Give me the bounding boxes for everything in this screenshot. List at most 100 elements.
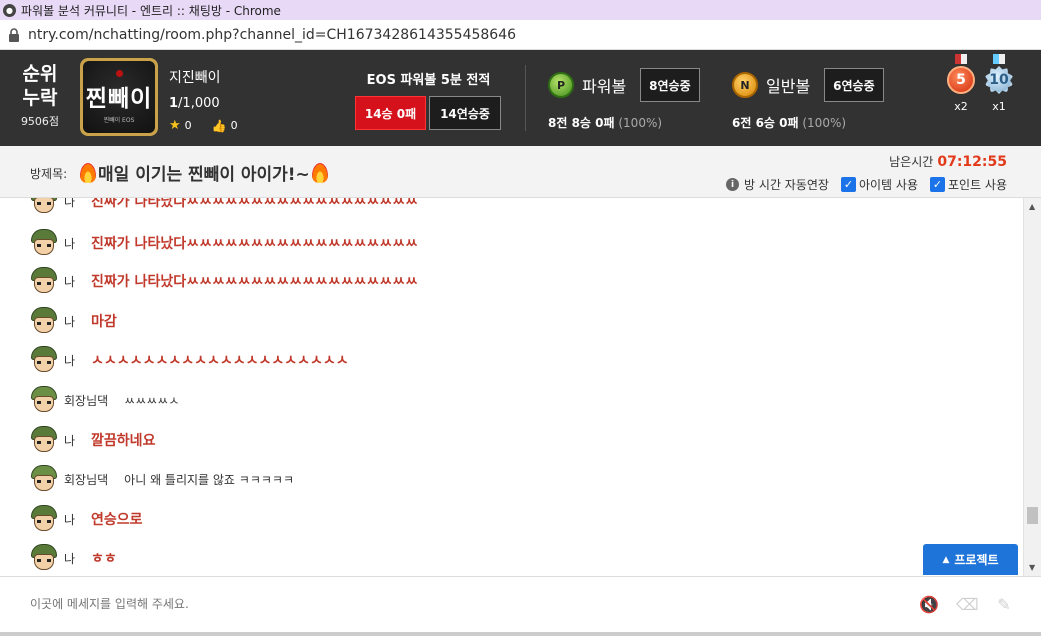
project-button[interactable]: ▲ 프로젝트: [923, 544, 1018, 575]
powerball-streak-badge: 8연승중: [640, 68, 700, 102]
avatar-text: 찐빼이: [85, 85, 153, 112]
remaining-time-label: 남은시간: [889, 155, 934, 169]
message-sender[interactable]: 회장님댁: [64, 471, 108, 488]
remaining-time-value: 07:12:55: [937, 154, 1007, 170]
message-text: 진짜가 나타났다ㅆㅆㅆㅆㅆㅆㅆㅆㅆㅆㅆㅆㅆㅆㅆㅆㅆㅆ: [91, 274, 418, 290]
normalball-n-icon: N: [732, 72, 758, 98]
user-avatar-icon[interactable]: [30, 544, 58, 572]
message-sender[interactable]: 나: [64, 511, 75, 528]
medal-10[interactable]: 10 x1: [982, 54, 1016, 113]
message-text: ㅅㅅㅅㅅㅅㅅㅅㅅㅅㅅㅅㅅㅅㅅㅅㅅㅅㅅㅅㅅ: [91, 353, 349, 369]
remaining-time: 남은시간 07:12:55: [889, 153, 1007, 170]
message-text: 진짜가 나타났다ㅆㅆㅆㅆㅆㅆㅆㅆㅆㅆㅆㅆㅆㅆㅆㅆㅆㅆ: [91, 236, 418, 252]
auto-extend-label[interactable]: 방 시간 자동연장: [744, 176, 829, 193]
info-icon[interactable]: i: [726, 178, 740, 191]
profile-info: 지진빼이 1/1,000 ★ 0 👍 0: [169, 67, 238, 133]
eos-record: EOS 파워볼 5분 전적 14승 0패 14연승중: [355, 69, 502, 130]
avatar[interactable]: 찐빼이 찐빼이 EOS: [80, 58, 158, 136]
message-sender[interactable]: 나: [64, 198, 75, 210]
powerball-percent: (100%): [614, 116, 663, 130]
window-bottom-edge: [0, 632, 1041, 636]
user-avatar-icon[interactable]: [30, 229, 58, 257]
eos-title: EOS 파워볼 5분 전적: [366, 73, 491, 88]
normalball-summary: 6전 6승 0패 (100%): [732, 114, 884, 131]
chrome-app-icon: ●: [3, 3, 16, 17]
user-avatar-icon[interactable]: [30, 198, 58, 215]
level-max: /1,000: [178, 96, 220, 111]
room-title: 매일 이기는 찐빼이 아이가!~: [78, 160, 330, 185]
point-use-checkbox[interactable]: ✓: [929, 177, 945, 192]
powerball-label: 파워볼: [582, 77, 627, 96]
message-text: 아니 왜 틀리지를 않죠 ㅋㅋㅋㅋㅋ: [124, 472, 294, 487]
eraser-icon[interactable]: ⌫: [956, 595, 979, 615]
medal-10-count: x1: [992, 100, 1006, 113]
fire-icon: [80, 162, 96, 183]
chat-message: 나 ㅎㅎ: [30, 543, 117, 573]
message-sender[interactable]: 나: [64, 273, 75, 290]
message-text: 진짜가 나타났다ㅆㅆㅆㅆㅆㅆㅆㅆㅆㅆㅆㅆㅆㅆㅆㅆㅆㅆ: [91, 198, 418, 210]
chat-message-list[interactable]: 나 진짜가 나타났다ㅆㅆㅆㅆㅆㅆㅆㅆㅆㅆㅆㅆㅆㅆㅆㅆㅆㅆ 나 진짜가 나타났다ㅆㅆㅆㅆ…: [0, 198, 1023, 576]
rank-value: 누락: [22, 87, 58, 109]
profile-header: 순위 누락 9506점 찐빼이 찐빼이 EOS 지진빼이 1/1,000 ★ 0…: [0, 50, 1041, 146]
chat-message: 나 깔끔하네요: [30, 425, 155, 455]
room-options: i 방 시간 자동연장 ✓ 아이템 사용 ✓ 포인트 사용: [726, 176, 1007, 193]
chat-scrollbar[interactable]: ▲ ▼: [1023, 198, 1041, 576]
message-sender[interactable]: 나: [64, 352, 75, 369]
normalball-record: N 일반볼 6연승중 6전 6승 0패 (100%): [732, 68, 884, 131]
message-text: 깔끔하네요: [91, 433, 156, 449]
medal-5[interactable]: 5 x2: [944, 54, 978, 113]
profile-stats: ★ 0 👍 0: [169, 118, 238, 133]
magic-wand-icon[interactable]: ✎: [993, 595, 1015, 615]
eos-win-loss-badge: 14승 0패: [355, 96, 426, 130]
user-avatar-icon[interactable]: [30, 505, 58, 533]
caret-up-icon: ▲: [942, 554, 950, 565]
message-sender[interactable]: 나: [64, 550, 75, 567]
room-title-label: 방제목:: [30, 167, 68, 181]
star-icon: ★: [169, 118, 181, 133]
message-text: ㅎㅎ: [91, 551, 117, 567]
user-avatar-icon[interactable]: [30, 386, 58, 414]
message-text: 연승으로: [91, 512, 143, 528]
point-use-label[interactable]: 포인트 사용: [948, 176, 1007, 193]
level-current: 1: [169, 96, 179, 111]
user-avatar-icon[interactable]: [30, 346, 58, 374]
nickname[interactable]: 지진빼이: [169, 67, 238, 87]
medal-5-count: x2: [954, 100, 968, 113]
message-sender[interactable]: 나: [64, 432, 75, 449]
scrollbar-thumb[interactable]: [1027, 507, 1038, 524]
chat-message: 나 ㅅㅅㅅㅅㅅㅅㅅㅅㅅㅅㅅㅅㅅㅅㅅㅅㅅㅅㅅㅅ: [30, 345, 349, 375]
user-avatar-icon[interactable]: [30, 267, 58, 295]
user-avatar-icon[interactable]: [30, 465, 58, 493]
powerball-wins-losses: 8승 0패: [571, 116, 615, 130]
medal-ribbon-icon: [993, 54, 1005, 64]
normalball-percent: (100%): [798, 116, 847, 130]
powerball-summary: 8전 8승 0패 (100%): [548, 114, 700, 131]
mute-icon[interactable]: 🔇: [918, 595, 940, 615]
powerball-record: P 파워볼 8연승중 8전 8승 0패 (100%): [548, 68, 700, 131]
medal-ribbon-icon: [955, 54, 967, 64]
message-input-bar: 🔇 ⌫ ✎: [0, 576, 1041, 636]
address-bar[interactable]: ntry.com/nchatting/room.php?channel_id=C…: [0, 20, 1041, 50]
address-url[interactable]: ntry.com/nchatting/room.php?channel_id=C…: [28, 27, 516, 43]
message-sender[interactable]: 나: [64, 313, 75, 330]
star-count: 0: [184, 119, 192, 132]
user-avatar-icon[interactable]: [30, 307, 58, 335]
medal-5-icon: 5: [947, 66, 975, 94]
avatar-subtext: 찐빼이 EOS: [103, 117, 135, 124]
rank-label: 순위: [22, 63, 58, 85]
normalball-streak-badge: 6연승중: [824, 68, 884, 102]
message-input[interactable]: [30, 597, 730, 611]
window-titlebar: ● 파워볼 분석 커뮤니티 - 엔트리 :: 채팅방 - Chrome: [0, 0, 1041, 20]
scroll-up-arrow-icon[interactable]: ▲: [1029, 202, 1035, 211]
eos-streak-badge: 14연승중: [429, 96, 501, 130]
message-sender[interactable]: 회장님댁: [64, 392, 108, 409]
message-sender[interactable]: 나: [64, 235, 75, 252]
header-divider: [525, 65, 526, 131]
item-use-label[interactable]: 아이템 사용: [859, 176, 918, 193]
item-use-checkbox[interactable]: ✓: [840, 177, 856, 192]
medals: 5 x2 10 x1: [944, 54, 1016, 113]
message-text: 마감: [91, 314, 117, 330]
chat-message: 회장님댁 아니 왜 틀리지를 않죠 ㅋㅋㅋㅋㅋ: [30, 464, 294, 494]
user-avatar-icon[interactable]: [30, 426, 58, 454]
scroll-down-arrow-icon[interactable]: ▼: [1029, 563, 1035, 572]
